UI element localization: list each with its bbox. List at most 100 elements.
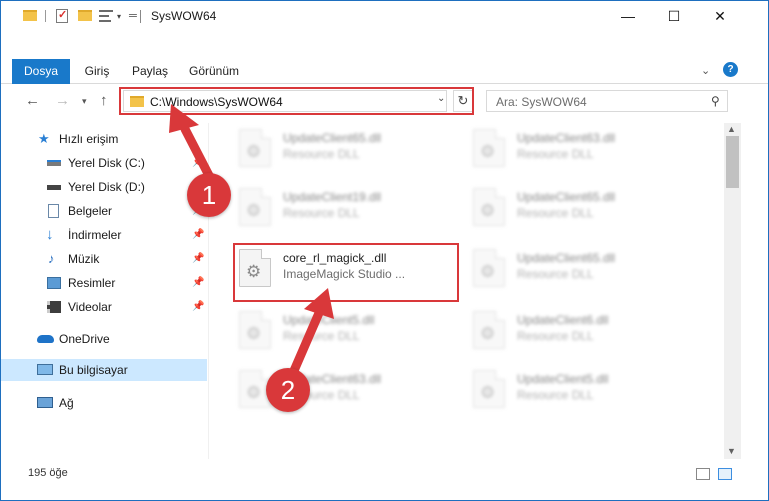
pictures-icon (47, 277, 61, 289)
dll-file-icon: ⚙ (239, 311, 271, 349)
explorer-window: ▾ ═ SysWOW64 — ☐ ✕ Dosya Giriş Paylaş Gö… (0, 0, 769, 501)
sidebar-item-label: OneDrive (59, 332, 110, 346)
details-view-icon[interactable] (696, 468, 710, 480)
dll-file-icon: ⚙ (239, 188, 271, 226)
file-description: Resource DLL (517, 206, 594, 220)
file-item[interactable]: ⚙ UpdateClient63.dll Resource DLL (473, 127, 693, 171)
file-highlight-box (233, 243, 459, 302)
music-icon: ♪ (48, 251, 55, 266)
sidebar-item-network[interactable]: Ağ (1, 392, 207, 414)
up-arrow-icon[interactable]: ↑ (100, 92, 108, 109)
view-options-icon[interactable] (99, 10, 113, 22)
sidebar-item-onedrive[interactable]: OneDrive (1, 328, 207, 350)
dll-file-icon: ⚙ (473, 249, 505, 287)
close-button[interactable]: ✕ (697, 1, 743, 31)
dll-file-icon: ⚙ (473, 370, 505, 408)
title-separator (140, 10, 141, 23)
customize-chevron-icon[interactable]: ▾ (117, 12, 121, 28)
scroll-thumb[interactable] (726, 136, 739, 188)
sidebar-item-downloads[interactable]: ↓ İndirmeler 📌 (1, 224, 207, 246)
dll-file-icon: ⚙ (239, 129, 271, 167)
sidebar-item-drive-c[interactable]: Yerel Disk (C:) 📌 (1, 152, 207, 174)
back-arrow-icon[interactable]: ← (25, 92, 40, 109)
dll-file-icon: ⚙ (473, 188, 505, 226)
file-name: UpdateClient19.dll (283, 190, 382, 204)
recent-locations-icon[interactable]: ▾ (82, 96, 87, 107)
file-description: Resource DLL (517, 147, 594, 161)
sidebar-item-quick-access[interactable]: ★ Hızlı erişim (1, 128, 207, 150)
pin-icon[interactable]: 📌 (192, 224, 204, 246)
pin-icon[interactable]: 📌 (192, 272, 204, 294)
expand-ribbon-icon[interactable]: ⌄ (701, 64, 710, 77)
sidebar-item-videos[interactable]: Videolar 📌 (1, 296, 207, 318)
toolbar-separator (45, 10, 46, 22)
sidebar-item-label: Resimler (68, 276, 116, 290)
help-icon[interactable]: ? (723, 62, 738, 77)
qat-dropdown-icon[interactable]: ═ (129, 10, 137, 26)
file-item[interactable]: ⚙ UpdateClient65.dll Resource DLL (473, 186, 693, 230)
search-input[interactable]: Ara: SysWOW64 ⚲ (486, 90, 728, 112)
file-item[interactable]: ⚙ UpdateClient65.dll Resource DLL (239, 127, 459, 171)
tab-view[interactable]: Görünüm (181, 59, 247, 84)
file-name: UpdateClient5.dll (517, 372, 609, 386)
file-description: Resource DLL (283, 206, 360, 220)
sidebar-item-label: Belgeler (68, 204, 113, 218)
sidebar-item-label: Videolar (68, 300, 112, 314)
file-description: Resource DLL (517, 267, 594, 281)
sidebar-item-label: Ağ (59, 396, 74, 410)
folder-icon (23, 10, 37, 21)
vertical-scrollbar[interactable]: ▲ ▼ (724, 123, 741, 459)
step-marker-2: 2 (266, 368, 310, 412)
file-description: Resource DLL (517, 388, 594, 402)
search-icon: ⚲ (711, 94, 720, 108)
step-marker-1: 1 (187, 173, 231, 217)
pin-icon[interactable]: 📌 (192, 152, 204, 174)
window-title: SysWOW64 (151, 9, 217, 23)
sidebar-item-pictures[interactable]: Resimler 📌 (1, 272, 207, 294)
title-bar: ▾ ═ SysWOW64 — ☐ ✕ (1, 1, 768, 31)
status-bar: 195 öğe (1, 461, 768, 485)
file-name: UpdateClient65.dll (283, 131, 382, 145)
file-name: UpdateClient6.dll (517, 313, 609, 327)
sidebar-item-music[interactable]: ♪ Müzik 📌 (1, 248, 207, 270)
tab-home[interactable]: Giriş (77, 59, 117, 84)
minimize-button[interactable]: — (605, 1, 651, 31)
file-item[interactable]: ⚙ UpdateClient19.dll Resource DLL (239, 186, 459, 230)
maximize-button[interactable]: ☐ (651, 1, 697, 31)
sidebar-item-label: Yerel Disk (D:) (68, 180, 145, 194)
new-folder-icon[interactable] (78, 10, 92, 21)
sidebar-item-drive-d[interactable]: Yerel Disk (D:) 📌 (1, 176, 207, 198)
dll-file-icon: ⚙ (473, 311, 505, 349)
videos-icon (47, 301, 61, 313)
scroll-up-icon[interactable]: ▲ (727, 124, 736, 134)
file-description: Resource DLL (283, 329, 360, 343)
sidebar-item-label: Hızlı erişim (59, 132, 119, 146)
file-item[interactable]: ⚙ UpdateClient6.dll Resource DLL (473, 309, 693, 353)
file-item[interactable]: ⚙ UpdateClient65.dll Resource DLL (473, 247, 693, 291)
sidebar-item-documents[interactable]: Belgeler 📌 (1, 200, 207, 222)
pin-icon[interactable]: 📌 (192, 296, 204, 318)
file-name: UpdateClient65.dll (517, 190, 616, 204)
properties-icon[interactable] (56, 8, 68, 23)
sidebar-item-label: İndirmeler (68, 228, 122, 242)
sidebar-item-this-pc[interactable]: Bu bilgisayar (1, 359, 207, 381)
tab-file[interactable]: Dosya (12, 59, 70, 84)
scroll-down-icon[interactable]: ▼ (727, 446, 736, 456)
search-placeholder: Ara: SysWOW64 (496, 95, 587, 109)
sidebar-item-label: Müzik (68, 252, 100, 266)
sidebar-item-label: Yerel Disk (C:) (68, 156, 145, 170)
file-item[interactable]: ⚙ UpdateClient5.dll Resource DLL (473, 368, 693, 412)
pin-icon[interactable]: 📌 (192, 248, 204, 270)
file-description: Resource DLL (517, 329, 594, 343)
network-icon (37, 397, 53, 408)
large-icons-view-icon[interactable] (718, 468, 732, 480)
address-highlight-box (119, 87, 474, 115)
sidebar-item-label: Bu bilgisayar (59, 363, 128, 377)
file-item[interactable]: ⚙ UpdateClient5.dll Resource DLL (239, 309, 459, 353)
file-name: UpdateClient5.dll (283, 313, 375, 327)
cloud-icon (37, 335, 54, 343)
forward-arrow-icon[interactable]: → (55, 92, 70, 109)
file-name: UpdateClient63.dll (517, 131, 616, 145)
file-name: UpdateClient65.dll (517, 251, 616, 265)
tab-share[interactable]: Paylaş (125, 59, 175, 84)
